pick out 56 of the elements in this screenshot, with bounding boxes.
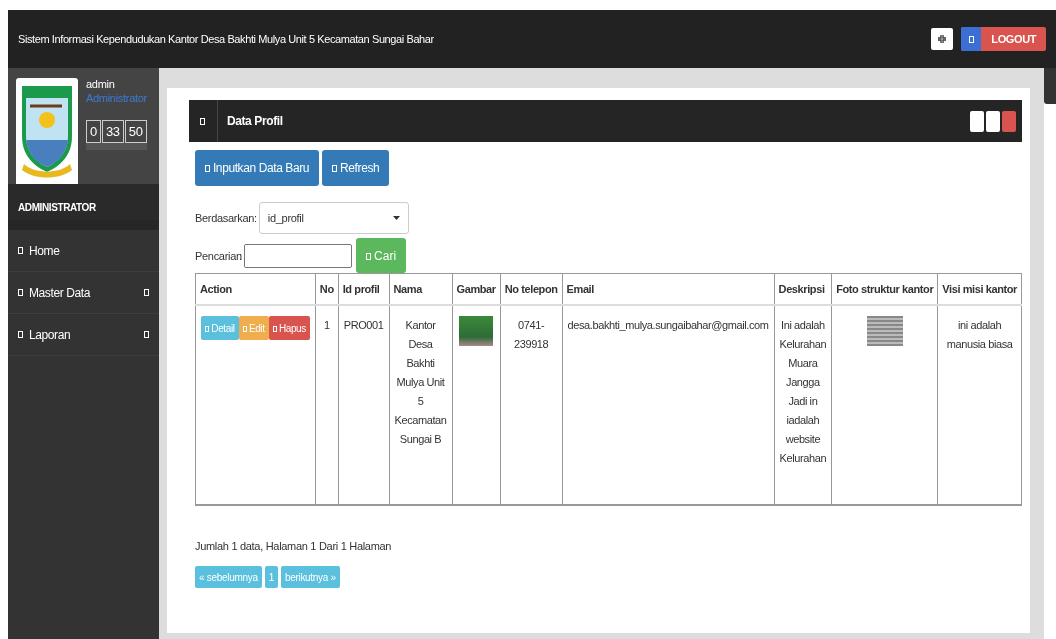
table-cell: Ini adalah Kelurahan Muara Jangga Jadi in iadalah website Kelurahan (779, 319, 827, 464)
column-header: No telepon (500, 273, 563, 305)
table-cell: 0741-239918 (514, 319, 549, 350)
pagination-summary: Jumlah 1 data, Halaman 1 Dari 1 Halaman (195, 540, 393, 552)
table-cell: Kantor Desa Bakhti Mulya Unit 5 Kecamatan Sungai B (394, 319, 447, 445)
user-role: Administrator (86, 92, 147, 104)
column-header: Nama (389, 273, 453, 305)
table-cell: ini adalah manusia biasa (946, 319, 1013, 350)
collapse-button[interactable] (970, 110, 984, 132)
square-icon (968, 35, 974, 43)
timer-digit: 50 (124, 120, 147, 143)
fullscreen-button[interactable] (931, 28, 954, 50)
page-link[interactable]: berikutnya » (280, 566, 340, 588)
page-link[interactable]: « sebelumnya (195, 566, 262, 588)
timer-bar (86, 143, 147, 150)
sidebar-item[interactable]: Laporan (8, 314, 159, 356)
search-button[interactable]: Cari (355, 238, 407, 273)
timer-digit: 33 (101, 120, 124, 143)
search-field[interactable] (243, 243, 352, 268)
settings-button[interactable] (986, 110, 1000, 132)
timer-digit: 0 (86, 120, 101, 143)
photo-placeholder (459, 316, 494, 346)
action-button[interactable]: Hapus (268, 316, 310, 340)
filter-label: Berdasarkan: (195, 212, 257, 224)
column-header: Email (562, 273, 775, 305)
logout-button[interactable]: LOGOUT (961, 27, 1046, 51)
table-cell: PRO001 (343, 319, 384, 331)
table-cell: 1 (323, 319, 330, 331)
square-icon (144, 331, 149, 338)
square-icon (18, 331, 23, 338)
filter-select[interactable]: id_profil (258, 202, 409, 234)
square-icon (18, 289, 23, 296)
column-header: Deskripsi (774, 273, 832, 305)
caret-icon (392, 216, 400, 220)
column-header: Gambar (452, 273, 501, 305)
sidebar-heading: ADMINISTRATOR (8, 184, 159, 230)
table-cell: desa.bakhti_mulya.sungaibahar@gmail.com (567, 319, 769, 331)
page-link[interactable]: 1 (264, 566, 278, 588)
square-icon (18, 247, 23, 254)
primary-button[interactable]: Refresh (322, 150, 390, 186)
user-name: admin (86, 78, 116, 90)
column-header: Id profil (338, 273, 389, 305)
column-header: Visi misi kantor (937, 273, 1022, 305)
action-button[interactable]: Detail (201, 316, 239, 340)
primary-button[interactable]: Inputkan Data Baru (195, 150, 320, 186)
column-header: Foto struktur kantor (831, 273, 938, 305)
photo-placeholder (866, 316, 903, 346)
square-icon (200, 117, 206, 125)
panel-title: Data Profil (226, 114, 284, 128)
sidebar-item[interactable]: Master Data (8, 272, 159, 314)
square-icon (144, 289, 149, 296)
column-header: No (315, 273, 339, 305)
column-header: Action (195, 273, 316, 305)
close-button[interactable] (1002, 110, 1016, 132)
sidebar-item[interactable]: Home (8, 230, 159, 272)
app-title: Sistem Informasi Kependudukan Kantor Desa Bakhti Mulya Unit 5 Kecamatan Sungai Bahar (18, 33, 434, 45)
